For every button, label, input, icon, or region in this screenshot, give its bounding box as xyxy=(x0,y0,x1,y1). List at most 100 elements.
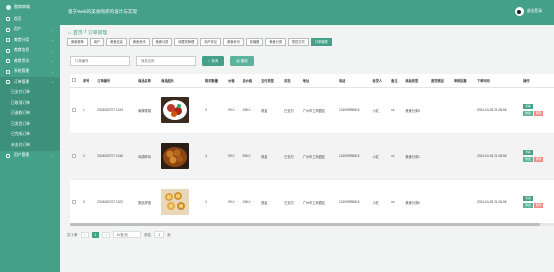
row-checkbox[interactable] xyxy=(72,107,76,112)
row-checkbox[interactable] xyxy=(72,153,76,158)
row-checkbox[interactable] xyxy=(72,199,76,204)
cell-total: 198.0 xyxy=(240,87,260,134)
pagination: 共 3 条 < 1 > 10条/页 前往 1 页 xyxy=(67,231,171,238)
breadcrumb-home[interactable]: 首页 xyxy=(73,29,83,36)
prev-page-button[interactable]: < xyxy=(80,231,89,238)
tab-6[interactable]: 用户评论 xyxy=(200,38,222,46)
sidebar-subitem-3[interactable]: 已发货订单 xyxy=(0,119,60,130)
table-row[interactable]: 3 2024052707 1322 蛋挞拼盘 2 99.0 198.0 现金 已支付 广州市工商… xyxy=(70,179,554,226)
sidebar-item-0[interactable]: 首页 xyxy=(0,14,60,25)
cell-price: 99.0 xyxy=(226,179,241,226)
cell-total: 198.0 xyxy=(240,179,260,226)
tab-9[interactable]: 美食分类 xyxy=(265,38,287,46)
batch-delete-button[interactable]: ▥ 删除 xyxy=(230,56,254,66)
cell-phone: 1310999988 8 xyxy=(336,133,371,180)
cell-status: 已支付 xyxy=(282,179,301,226)
filter-bar: ⌕ 查询 ▥ 删除 xyxy=(70,56,254,66)
tab-0[interactable]: 美食推荐 xyxy=(67,38,88,46)
chevron-down-icon: ⌄ xyxy=(51,69,54,74)
column-header: 状态 xyxy=(282,74,301,88)
cell-reply xyxy=(451,133,475,180)
cell-order_no: 2024052707 1243 xyxy=(95,87,137,134)
goto-page-input[interactable]: 1 xyxy=(154,231,165,238)
cell-time: 2024-04-05 21:06:56 xyxy=(474,179,522,226)
view-button[interactable]: 查看 xyxy=(523,104,533,109)
tab-11[interactable]: 订单管理 xyxy=(310,38,332,46)
cell-index: 2 xyxy=(81,133,96,180)
view-button[interactable]: 查看 xyxy=(523,196,533,201)
table-row[interactable]: 2 2024052707 1246 鸡翅炸鸡 4 99.0 396.0 现金 已支付 广州市工商… xyxy=(70,133,554,180)
app-title: 基于Web的美食购买的设计与实现 xyxy=(68,9,138,14)
page-size-select[interactable]: 10条/页 xyxy=(113,231,142,238)
tab-5[interactable]: 收藏夹管理 xyxy=(174,38,199,46)
avatar[interactable] xyxy=(514,7,524,16)
cell-reason xyxy=(428,87,452,134)
cell-receiver: 小红 xyxy=(370,133,390,180)
sidebar-item-users[interactable]: 用户管理 ⌄ xyxy=(0,151,60,162)
menu-icon xyxy=(6,69,10,74)
cell-name: 麻辣香锅 xyxy=(136,87,160,134)
dish-image xyxy=(161,96,190,123)
column-header: 订单编号 xyxy=(95,74,137,88)
page-suffix: 页 xyxy=(167,233,171,237)
column-header: 地址 xyxy=(300,74,337,88)
cell-addr: 广州市工商园区 xyxy=(300,179,337,226)
sidebar-subitem-2[interactable]: 已退款订单 xyxy=(0,108,60,119)
menu-label: 未支付订单 xyxy=(11,142,30,147)
menu-label: 美食资讯 xyxy=(14,58,30,63)
order-no-input[interactable] xyxy=(70,56,130,66)
view-button[interactable]: 查看 xyxy=(523,150,533,155)
column-header: 商品类型 xyxy=(403,74,429,88)
cell-qty: 4 xyxy=(203,133,227,180)
search-button[interactable]: ⌕ 查询 xyxy=(202,56,225,66)
tab-8[interactable]: 轮播图 xyxy=(245,38,264,46)
delete-button[interactable]: 删除 xyxy=(533,111,544,116)
sidebar-item-6[interactable]: 订单管理 ⌄ xyxy=(0,77,60,88)
cell-total: 396.0 xyxy=(240,133,260,180)
select-cell xyxy=(70,179,81,226)
next-page-button[interactable]: > xyxy=(102,231,111,238)
edit-button[interactable]: 修改 xyxy=(523,111,533,116)
sidebar-item-5[interactable]: 系统管理 ⌄ xyxy=(0,67,60,78)
column-header: 商品图片 xyxy=(159,74,204,88)
sidebar-item-1[interactable]: 用户 ⌄ xyxy=(0,25,60,36)
top-bar: 基于Web的美食购买的设计与实现 退出登录 xyxy=(60,0,554,25)
menu-label: 已完成订单 xyxy=(11,132,30,137)
image-cell xyxy=(159,179,204,226)
table-row[interactable]: 1 2024052707 1243 麻辣香锅 2 99.0 198.0 现金 已支付 广州市工商… xyxy=(70,87,554,134)
page-number[interactable]: 1 xyxy=(91,231,100,238)
logout-link[interactable]: 退出登录 xyxy=(527,9,542,14)
chevron-down-icon: ⌄ xyxy=(51,59,54,64)
cell-phone: 1310999988 8 xyxy=(336,179,371,226)
horizontal-scrollbar[interactable] xyxy=(70,223,554,226)
tab-1[interactable]: 用户 xyxy=(89,38,105,46)
sidebar-item-4[interactable]: 美食资讯 ⌄ xyxy=(0,56,60,67)
tab-7[interactable]: 美食资讯 xyxy=(223,38,244,46)
cell-note: xx xyxy=(389,87,404,134)
delete-button[interactable]: 删除 xyxy=(533,203,544,208)
menu-label: 已取消订单 xyxy=(11,100,30,105)
select-all-checkbox[interactable] xyxy=(72,77,76,82)
scrollbar-thumb[interactable] xyxy=(70,223,540,226)
user-menu[interactable]: 退出登录 xyxy=(514,7,542,16)
sidebar-subitem-0[interactable]: 已支付订单 xyxy=(0,87,60,98)
sidebar-subitem-5[interactable]: 未支付订单 xyxy=(0,140,60,151)
sidebar-item-2[interactable]: 美食分类 ⌄ xyxy=(0,35,60,46)
dish-name-input[interactable] xyxy=(136,56,196,66)
tab-3[interactable]: 美食资讯 xyxy=(128,38,150,46)
sidebar-item-3[interactable]: 美食信息 ⌄ xyxy=(0,46,60,57)
cell-note: xx xyxy=(389,133,404,180)
menu-icon xyxy=(6,17,10,22)
delete-button[interactable]: 删除 xyxy=(533,157,544,162)
edit-button[interactable]: 修改 xyxy=(523,203,533,208)
sidebar-subitem-1[interactable]: 已取消订单 xyxy=(0,98,60,109)
sidebar-subitem-4[interactable]: 已完成订单 xyxy=(0,129,60,140)
cell-qty: 2 xyxy=(203,179,227,226)
tab-2[interactable]: 美食信息 xyxy=(106,38,127,46)
tab-4[interactable]: 美食分类 xyxy=(151,38,173,46)
tab-10[interactable]: 配送方式 xyxy=(288,38,309,46)
select-cell xyxy=(70,87,81,134)
cell-name: 蛋挞拼盘 xyxy=(136,179,160,226)
edit-button[interactable]: 修改 xyxy=(523,157,533,162)
app-logo: 图商商城 xyxy=(0,0,60,14)
